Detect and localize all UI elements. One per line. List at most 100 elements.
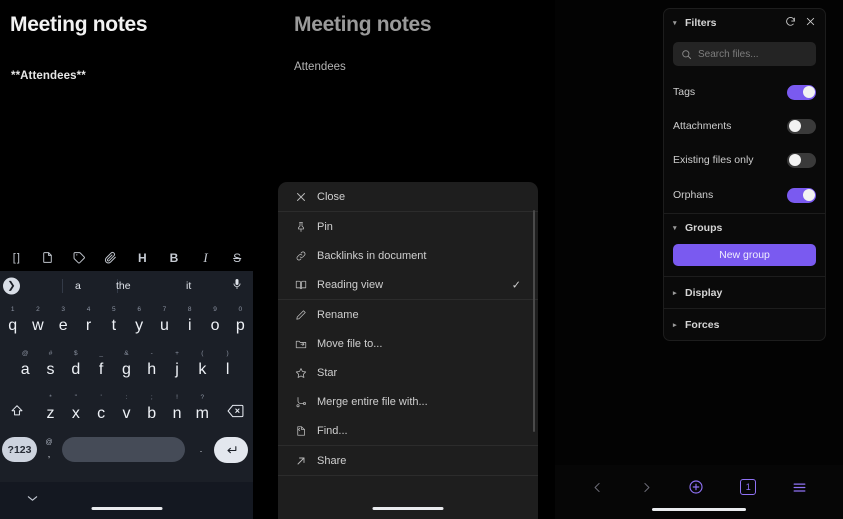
keyboard-key-rows: 1q 2w 3e 4r 5t 6y 7u 8i 9o 0p @ a # s $ d _…	[0, 301, 253, 466]
forces-section: ▸ Forces	[664, 309, 825, 340]
add-button[interactable]	[688, 479, 704, 495]
enter-icon[interactable]	[214, 437, 248, 463]
reset-icon[interactable]	[785, 16, 796, 30]
menu-item-rename[interactable]: Rename	[278, 300, 538, 329]
tag-icon[interactable]	[63, 244, 95, 271]
key-q[interactable]: 1q	[0, 301, 25, 345]
groups-section-header[interactable]: ▾ Groups	[664, 214, 825, 241]
star-icon	[293, 365, 308, 380]
menu-item-close[interactable]: Close	[278, 182, 538, 211]
italic-icon[interactable]: I	[190, 244, 222, 271]
home-indicator	[91, 506, 162, 510]
menu-item-merge-entire-file-with[interactable]: Merge entire file with...	[278, 387, 538, 416]
editor-document-area[interactable]: Meeting notes **Attendees**	[0, 0, 253, 244]
menu-item-star[interactable]: Star	[278, 358, 538, 387]
key-n[interactable]: ! n	[164, 389, 189, 433]
key-f[interactable]: _ f	[89, 345, 114, 389]
chevron-down-icon: ▾	[673, 224, 677, 232]
key-g[interactable]: & g	[114, 345, 139, 389]
microphone-icon[interactable]	[231, 277, 243, 295]
key-o[interactable]: 9o	[202, 301, 227, 345]
suggestion-word-3[interactable]: it	[186, 280, 191, 292]
heading-icon[interactable]: H	[127, 244, 159, 271]
search-icon	[681, 49, 692, 60]
comma-key[interactable]: @ ,	[40, 433, 58, 466]
existing-files-only-toggle[interactable]	[787, 152, 816, 168]
key-y[interactable]: 6y	[127, 301, 152, 345]
key-v[interactable]: :v	[114, 389, 139, 433]
chevron-right-icon: ▸	[673, 289, 677, 297]
key-u[interactable]: 7u	[152, 301, 177, 345]
context-menu-group-4: Share	[278, 446, 538, 476]
display-section-header[interactable]: ▸ Display	[664, 277, 825, 308]
symbols-key[interactable]: ?123	[2, 437, 37, 462]
filters-section: ▾ Filters Search files... Tags Attachmen…	[664, 9, 825, 214]
chevron-down-icon[interactable]	[27, 494, 38, 504]
key-d[interactable]: $ d	[63, 345, 88, 389]
menu-item-reading-view[interactable]: Reading view ✓	[278, 270, 538, 299]
back-button[interactable]	[591, 481, 604, 494]
key-h[interactable]: -h	[139, 345, 164, 389]
key-w[interactable]: 2w	[25, 301, 50, 345]
keyboard-bottom-bar	[0, 482, 253, 519]
suggestion-word-2[interactable]: the	[116, 280, 131, 292]
key-j[interactable]: + j	[164, 345, 189, 389]
menu-item-pin[interactable]: Pin	[278, 212, 538, 241]
paperclip-icon[interactable]	[95, 244, 127, 271]
menu-item-find[interactable]: Find...	[278, 416, 538, 445]
backspace-icon[interactable]	[219, 389, 251, 433]
new-note-icon[interactable]	[32, 244, 64, 271]
right-device-panel: ▾ Filters Search files... Tags Attachmen…	[555, 0, 843, 519]
key-l[interactable]: ) l	[215, 345, 240, 389]
key-r[interactable]: 4r	[76, 301, 101, 345]
key-s[interactable]: # s	[38, 345, 63, 389]
forces-section-header[interactable]: ▸ Forces	[664, 309, 825, 340]
space-key[interactable]	[62, 437, 185, 462]
key-t[interactable]: 5t	[101, 301, 126, 345]
forward-button[interactable]	[640, 481, 653, 494]
filter-row-existing-files-only[interactable]: Existing files only	[664, 143, 825, 177]
close-icon[interactable]	[805, 16, 816, 30]
new-group-button[interactable]: New group	[673, 244, 816, 266]
search-files-wrapper: Search files...	[664, 36, 825, 75]
strikethrough-icon[interactable]: S	[221, 244, 253, 271]
filter-row-attachments[interactable]: Attachments	[664, 109, 825, 143]
menu-button[interactable]	[792, 481, 807, 494]
key-x[interactable]: " x	[63, 389, 88, 433]
keyboard-row-3: * z " x ' c :v ; b ! n ? m	[0, 389, 253, 433]
shift-icon[interactable]	[2, 389, 32, 433]
forces-title: Forces	[685, 318, 720, 331]
orphans-toggle[interactable]	[787, 187, 816, 203]
filter-row-tags[interactable]: Tags	[664, 75, 825, 109]
right-bottom-bar: 1	[555, 465, 843, 519]
page-title: Meeting notes	[10, 13, 148, 36]
suggestion-word-1[interactable]: a	[75, 280, 81, 292]
tab-switcher[interactable]: 1	[740, 479, 757, 495]
menu-item-backlinks-in-document[interactable]: Backlinks in document	[278, 241, 538, 270]
bold-icon[interactable]: B	[158, 244, 190, 271]
key-a[interactable]: @ a	[13, 345, 38, 389]
menu-item-share[interactable]: Share	[278, 446, 538, 475]
tags-toggle[interactable]	[787, 84, 816, 100]
file-context-menu: Close Pin Backlinks in document Reading …	[278, 182, 538, 519]
menu-item-label: Pin	[317, 220, 333, 233]
chevron-right-icon[interactable]: ❯	[3, 277, 20, 295]
key-k[interactable]: (k	[190, 345, 215, 389]
search-input[interactable]: Search files...	[673, 42, 816, 66]
menu-item-move-file-to[interactable]: Move file to...	[278, 329, 538, 358]
brackets-icon[interactable]: [ ]	[0, 244, 32, 271]
context-menu-scrollbar[interactable]	[532, 210, 535, 432]
key-b[interactable]: ; b	[139, 389, 164, 433]
key-p[interactable]: 0p	[228, 301, 253, 345]
period-key[interactable]: .	[192, 433, 210, 466]
filter-row-orphans[interactable]: Orphans	[664, 177, 825, 213]
key-c[interactable]: ' c	[89, 389, 114, 433]
key-m[interactable]: ? m	[190, 389, 215, 433]
key-z[interactable]: * z	[38, 389, 63, 433]
filters-section-header[interactable]: ▾ Filters	[664, 9, 825, 36]
filters-title: Filters	[685, 16, 717, 29]
key-i[interactable]: 8i	[177, 301, 202, 345]
key-e[interactable]: 3e	[51, 301, 76, 345]
attachments-toggle[interactable]	[787, 118, 816, 134]
move-file-icon	[293, 336, 308, 351]
